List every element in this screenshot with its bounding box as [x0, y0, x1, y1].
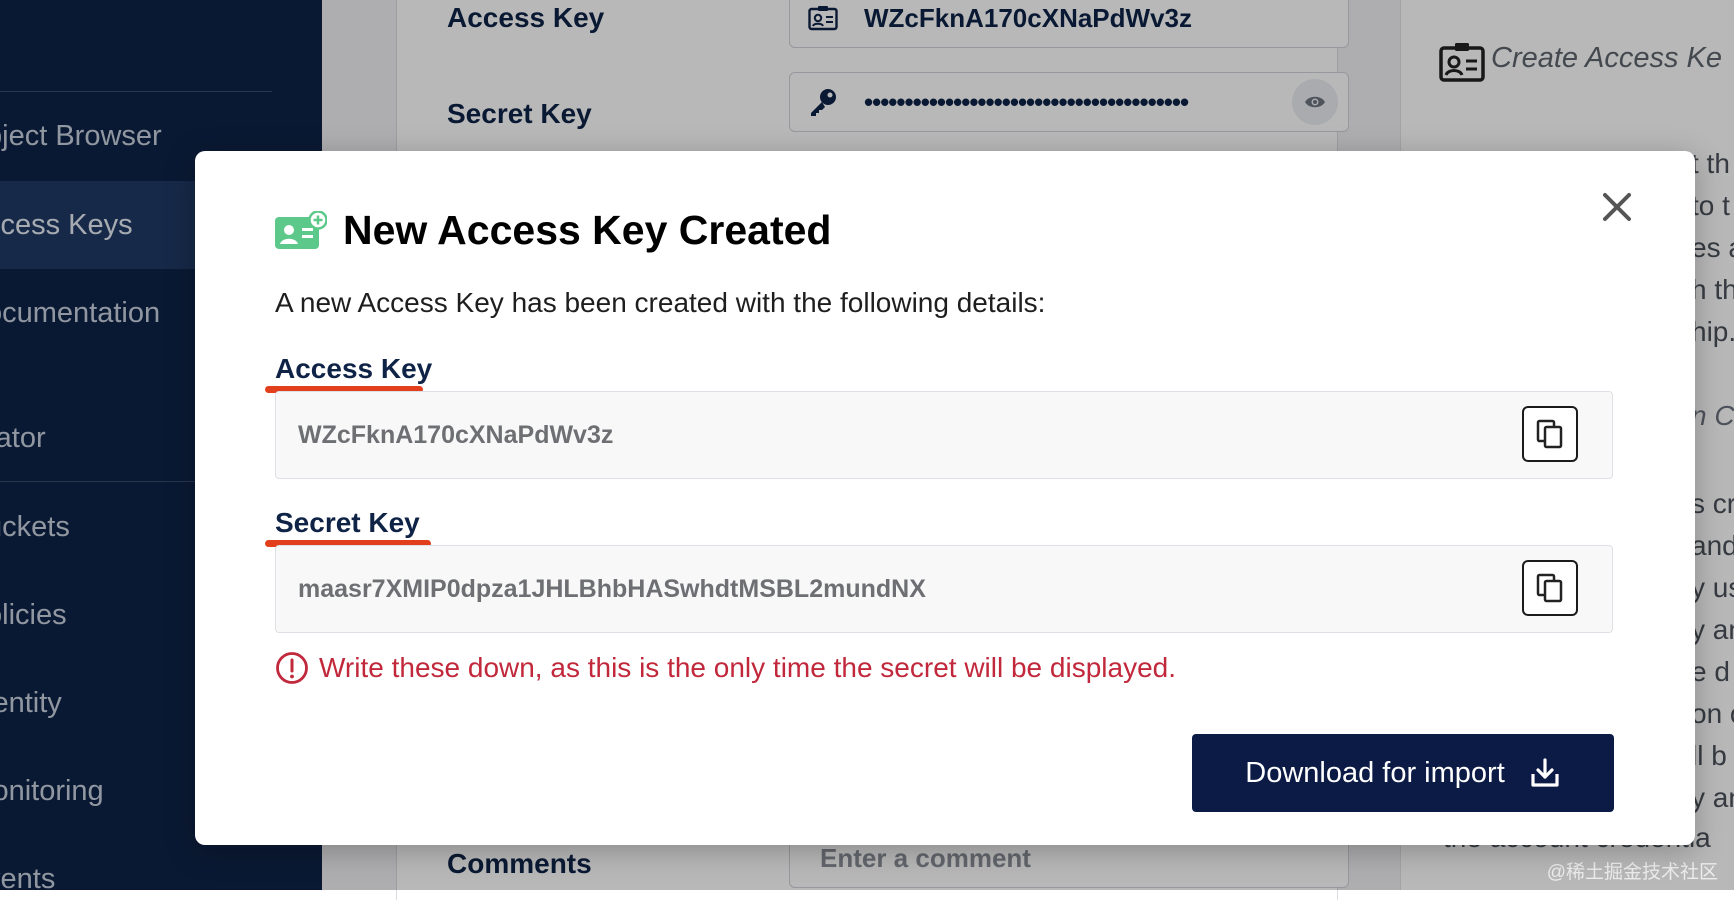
- watermark: @稀土掘金技术社区: [1546, 862, 1718, 883]
- copy-icon: [1536, 419, 1563, 449]
- copy-icon: [1536, 573, 1563, 603]
- copy-access-key-button[interactable]: [1522, 406, 1578, 462]
- secret-key-box: maasr7XMIP0dpza1JHLBhbHASwhdtMSBL2mundNX: [275, 545, 1613, 633]
- new-access-key-modal: New Access Key Created A new Access Key …: [195, 151, 1695, 845]
- download-button-label: Download for import: [1245, 756, 1505, 789]
- exclamation-circle-icon: [275, 651, 309, 685]
- access-key-box: WZcFknA170cXNaPdWv3z: [275, 391, 1613, 479]
- secret-key-label: Secret Key: [275, 507, 420, 538]
- warning-message: Write these down, as this is the only ti…: [275, 651, 1176, 685]
- access-key-label: Access Key: [275, 353, 433, 384]
- copy-secret-key-button[interactable]: [1522, 560, 1578, 616]
- modal-title: New Access Key Created: [343, 207, 832, 253]
- modal-header: New Access Key Created: [275, 207, 831, 254]
- warning-text: Write these down, as this is the only ti…: [319, 652, 1176, 683]
- secret-key-value[interactable]: maasr7XMIP0dpza1JHLBhbHASwhdtMSBL2mundNX: [298, 546, 926, 632]
- download-icon: [1529, 757, 1561, 789]
- close-icon[interactable]: [1597, 187, 1637, 227]
- access-key-value[interactable]: WZcFknA170cXNaPdWv3z: [298, 392, 613, 478]
- modal-description: A new Access Key has been created with t…: [275, 287, 1046, 318]
- id-card-plus-icon: [275, 209, 328, 251]
- download-for-import-button[interactable]: Download for import: [1192, 734, 1614, 812]
